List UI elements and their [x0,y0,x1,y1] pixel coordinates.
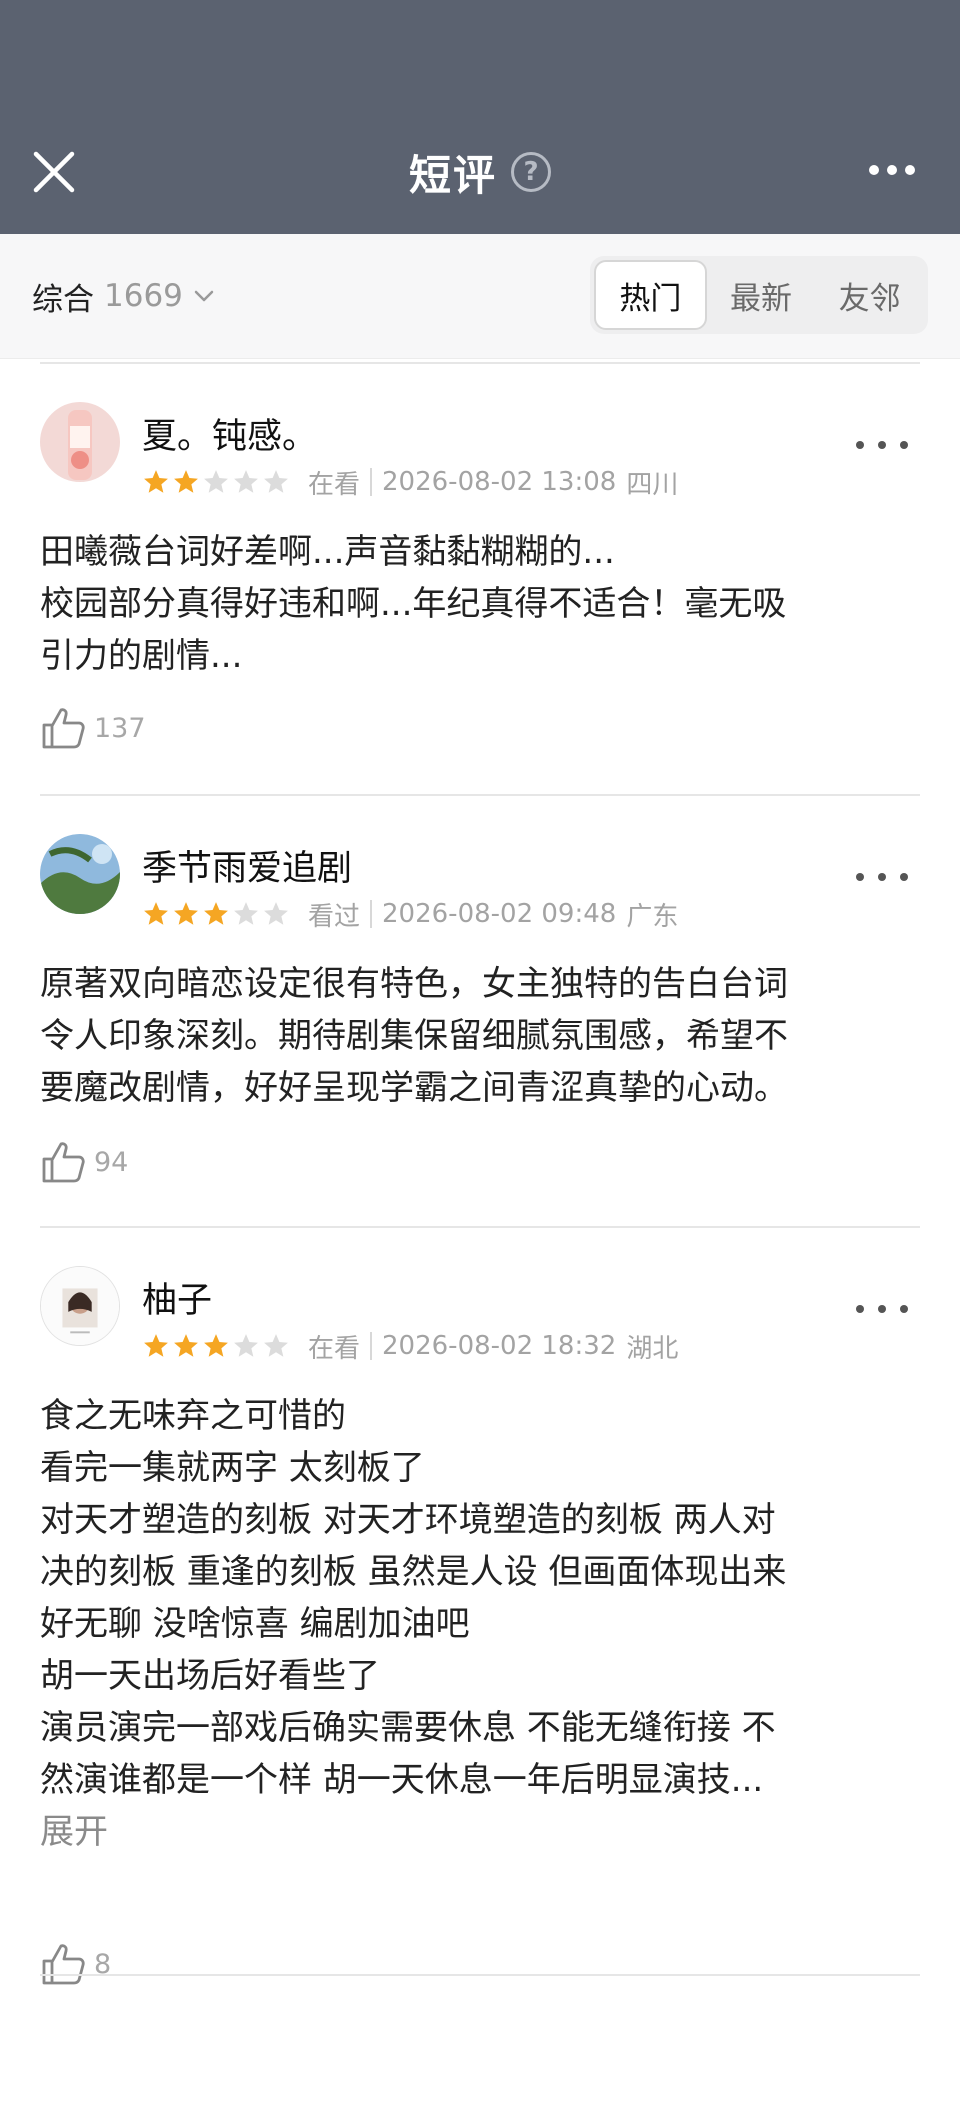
review-location: 四川 [626,469,679,500]
star-icon [174,1334,198,1357]
star-icon [174,902,198,925]
review-more-button[interactable] [856,862,908,892]
dot [905,165,915,175]
like-count: 137 [94,712,146,744]
star-icon [234,470,258,493]
username[interactable]: 柚子 [142,1272,212,1323]
avatar[interactable] [40,402,120,482]
title-group: 短评 ? [0,146,960,200]
review-line: 田曦薇台词好差啊...声音黏黏糊糊的... [40,532,615,572]
sort-label: 综合 [32,281,94,318]
review-line: 对天才塑造的刻板 对天才环境塑造的刻板 两人对 [40,1500,776,1540]
expand-link[interactable]: 展开 [40,1806,920,1858]
review-line: 然演谁都是一个样 胡一天休息一年后明显演技... [40,1760,764,1800]
question-circle-icon[interactable]: ? [511,152,551,192]
avatar-image [40,402,120,482]
thumbs-up-icon [42,1142,85,1183]
avatar-image [41,1267,119,1345]
avatar-image [40,834,120,914]
watch-status: 在看 [308,469,361,500]
dot [869,165,879,175]
star-icon [144,1334,168,1357]
review-meta: 看过 2026-08-02 09:48 广东 [142,894,678,934]
header-bar: 短评 ? [0,0,960,234]
star-icon [264,1334,288,1357]
star-icon [234,902,258,925]
rating-stars [142,468,290,496]
thumbs-up-icon [42,1944,85,1985]
review-line: 校园部分真得好违和啊...年纪真得不适合！毫无吸 [40,584,787,624]
rating-stars [142,900,290,928]
divider [40,362,920,364]
review-more-button[interactable] [856,1294,908,1324]
avatar[interactable] [40,1266,120,1346]
review-line: 原著双向暗恋设定很有特色，女主独特的告白台词 [40,964,788,1004]
divider [40,1974,920,1976]
review-line: 令人印象深刻。期待剧集保留细腻氛围感，希望不 [40,1016,788,1056]
review-time: 2026-08-02 13:08 [382,467,617,497]
review-line: 引力的剧情... [40,636,243,676]
username[interactable]: 夏。钝感。 [142,408,317,459]
review-line: 演员演完一部戏后确实需要休息 不能无缝衔接 不 [40,1708,776,1748]
review-location: 湖北 [626,1333,679,1364]
sort-dropdown[interactable]: 综合 1669 [32,274,215,318]
star-icon [144,470,168,493]
star-icon [264,902,288,925]
like-count: 94 [94,1146,129,1178]
review-time: 2026-08-02 09:48 [382,899,617,929]
review-line: 要魔改剧情，好好呈现学霸之间青涩真挚的心动。 [40,1068,788,1108]
meta-separator [370,468,373,496]
review-text: 田曦薇台词好差啊...声音黏黏糊糊的... 校园部分真得好违和啊...年纪真得不… [40,526,920,682]
tab-friends[interactable]: 友邻 [815,260,924,330]
divider [40,794,920,796]
review-text: 食之无味弃之可惜的 看完一集就两字 太刻板了 对天才塑造的刻板 对天才环境塑造的… [40,1390,920,1858]
page-title: 短评 [408,150,497,200]
divider [40,1226,920,1228]
thumbs-up-icon [42,708,85,749]
star-icon [204,902,228,925]
review-count: 1669 [104,278,183,314]
star-icon [264,470,288,493]
review-time: 2026-08-02 18:32 [382,1331,617,1361]
meta-separator [370,900,373,928]
meta-separator [370,1332,373,1360]
tab-group: 热门 最新 友邻 [590,256,928,334]
review-line: 看完一集就两字 太刻板了 [40,1448,425,1488]
star-icon [204,470,228,493]
review-line: 决的刻板 重逢的刻板 虽然是人设 但画面体现出来 [40,1552,787,1592]
tab-hot[interactable]: 热门 [594,260,707,330]
star-icon [204,1334,228,1357]
chevron-down-icon [194,290,214,302]
tab-latest[interactable]: 最新 [707,260,816,330]
review-line: 好无聊 没啥惊喜 编剧加油吧 [40,1604,470,1644]
review-location: 广东 [626,901,679,932]
review-text: 原著双向暗恋设定很有特色，女主独特的告白台词 令人印象深刻。期待剧集保留细腻氛围… [40,958,920,1114]
star-icon [234,1334,258,1357]
review-line: 胡一天出场后好看些了 [40,1656,380,1696]
star-icon [174,470,198,493]
dot [887,165,897,175]
review-meta: 在看 2026-08-02 18:32 湖北 [142,1326,678,1366]
username[interactable]: 季节雨爱追剧 [142,840,352,891]
watch-status: 看过 [308,901,361,932]
like-button[interactable]: 8 [40,1938,111,1990]
like-button[interactable]: 94 [40,1136,128,1188]
review-meta: 在看 2026-08-02 13:08 四川 [142,462,678,502]
rating-stars [142,1332,290,1360]
watch-status: 在看 [308,1333,361,1364]
review-line: 食之无味弃之可惜的 [40,1396,346,1436]
star-icon [144,902,168,925]
like-button[interactable]: 137 [40,702,146,754]
avatar[interactable] [40,834,120,914]
review-more-button[interactable] [856,430,908,460]
sort-bar: 综合 1669 热门 最新 友邻 [0,234,960,359]
more-options-button[interactable] [862,150,922,190]
